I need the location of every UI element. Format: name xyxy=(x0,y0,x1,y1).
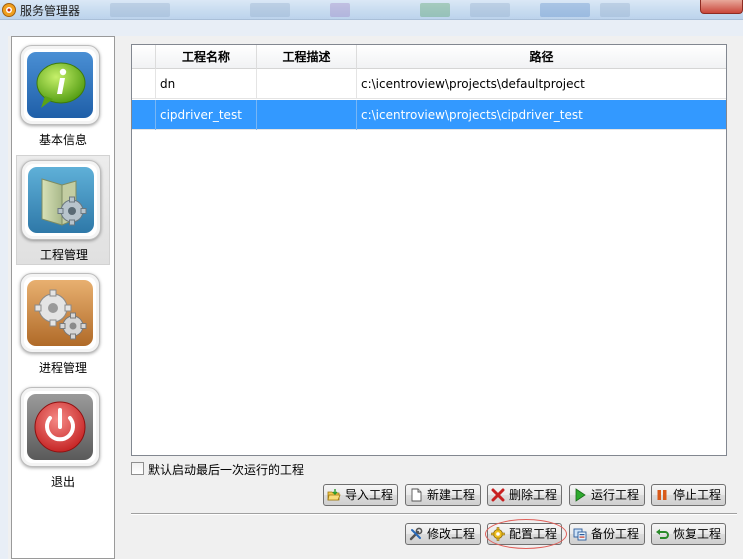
folder-gear-icon xyxy=(28,167,94,233)
tools-icon xyxy=(409,527,423,541)
autostart-label: 默认启动最后一次运行的工程 xyxy=(148,463,305,477)
button-separator xyxy=(131,513,737,515)
table-row[interactable]: dn c:\icentroview\projects\defaultprojec… xyxy=(132,69,726,99)
nav-label-process-management: 进程管理 xyxy=(38,361,87,375)
nav-item-basic-info[interactable]: 基本信息 xyxy=(16,41,110,151)
title-bar: 服务管理器 xyxy=(0,0,743,20)
nav-label-exit: 退出 xyxy=(50,475,75,489)
close-button[interactable] xyxy=(700,0,743,14)
backup-project-label: 备份工程 xyxy=(591,527,640,541)
app-icon xyxy=(2,3,16,17)
nav-item-exit[interactable]: 退出 xyxy=(16,383,110,493)
run-project-button[interactable]: 运行工程 xyxy=(569,484,645,506)
restore-project-button[interactable]: 恢复工程 xyxy=(651,523,726,545)
icon-frame xyxy=(20,273,100,353)
restore-project-label: 恢复工程 xyxy=(673,527,722,541)
table-row-selected[interactable]: cipdriver_test c:\icentroview\projects\c… xyxy=(132,100,726,130)
gears-icon xyxy=(27,280,93,346)
import-project-label: 导入工程 xyxy=(345,488,394,502)
nav-item-process-management[interactable]: 进程管理 xyxy=(16,269,110,379)
window-title: 服务管理器 xyxy=(20,4,81,18)
backup-project-button[interactable]: 备份工程 xyxy=(569,523,645,545)
sidebar-nav: 基本信息 工程管理 进程管理 退出 xyxy=(11,36,115,559)
new-document-icon xyxy=(411,488,422,502)
autostart-checkbox[interactable] xyxy=(131,462,144,475)
run-project-label: 运行工程 xyxy=(591,488,640,502)
cell-project-name: cipdriver_test xyxy=(156,100,257,130)
icon-frame xyxy=(20,45,100,125)
row-header-corner xyxy=(132,45,156,69)
table-header: 工程名称 工程描述 路径 xyxy=(132,45,726,69)
stop-project-label: 停止工程 xyxy=(673,488,722,502)
icon-frame xyxy=(20,387,100,467)
undo-icon xyxy=(656,529,669,539)
new-project-button[interactable]: 新建工程 xyxy=(405,484,481,506)
delete-project-label: 删除工程 xyxy=(509,488,558,502)
new-project-label: 新建工程 xyxy=(427,488,476,502)
delete-project-button[interactable]: 删除工程 xyxy=(487,484,562,506)
project-table: 工程名称 工程描述 路径 dn c:\icentroview\projects\… xyxy=(131,44,727,456)
annotation-highlight-circle xyxy=(485,519,567,549)
info-icon xyxy=(27,52,93,118)
folder-open-icon xyxy=(327,489,341,501)
pause-icon xyxy=(657,490,667,500)
cell-project-path: c:\icentroview\projects\defaultproject xyxy=(361,77,585,91)
row-selector[interactable] xyxy=(132,100,156,130)
nav-item-project-management[interactable]: 工程管理 xyxy=(16,155,110,265)
stop-project-button[interactable]: 停止工程 xyxy=(651,484,726,506)
nav-label-project-management: 工程管理 xyxy=(39,248,88,262)
column-header-description[interactable]: 工程描述 xyxy=(257,45,357,69)
modify-project-button[interactable]: 修改工程 xyxy=(405,523,481,545)
cell-project-description xyxy=(257,100,357,130)
cell-project-name: dn xyxy=(156,69,257,99)
cell-project-description xyxy=(257,69,357,99)
column-header-path[interactable]: 路径 xyxy=(357,45,726,69)
icon-frame xyxy=(21,160,101,240)
power-icon xyxy=(27,394,93,460)
delete-x-icon xyxy=(491,488,505,502)
nav-label-basic-info: 基本信息 xyxy=(38,133,87,147)
row-selector[interactable] xyxy=(132,69,156,99)
play-icon xyxy=(575,488,586,502)
import-project-button[interactable]: 导入工程 xyxy=(323,484,398,506)
cell-project-path: c:\icentroview\projects\cipdriver_test xyxy=(361,108,583,122)
backup-icon xyxy=(573,528,587,541)
column-header-name[interactable]: 工程名称 xyxy=(156,45,257,69)
modify-project-label: 修改工程 xyxy=(427,527,476,541)
